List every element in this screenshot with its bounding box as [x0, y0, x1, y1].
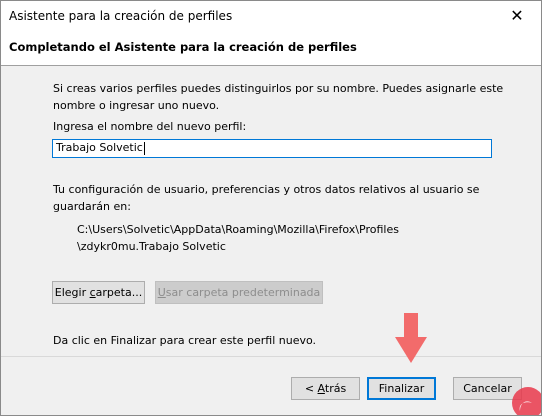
use-default-folder-button[interactable]: Usar carpeta predeterminada [155, 281, 323, 304]
wizard-footer: < Atrás Finalizar Cancelar [1, 356, 541, 415]
profile-name-value: Trabajo Solvetic [56, 141, 143, 154]
default-folder-mnemonic: U [157, 286, 166, 299]
profile-path-line2: \zdykr0mu.Trabajo Solvetic [77, 240, 226, 253]
intro-text-line1: Si creas varios perfiles puedes distingu… [53, 82, 504, 95]
back-label-prefix: < [304, 382, 318, 395]
text-caret [143, 141, 145, 155]
window-title: Asistente para la creación de perfiles [9, 9, 233, 23]
back-button[interactable]: < Atrás [291, 377, 360, 400]
intro-text-line2: nombre o ingresar uno nuevo. [53, 99, 220, 112]
choose-folder-button[interactable]: Elegir carpeta... [52, 281, 145, 304]
wizard-header: Completando el Asistente para la creació… [1, 31, 541, 66]
watermark-logo-icon [512, 387, 541, 415]
back-label-suffix: trás [324, 382, 347, 395]
close-icon[interactable]: ✕ [497, 3, 537, 29]
choose-folder-label-prefix: Elegir [54, 286, 90, 299]
finish-hint-text: Da clic en Finalizar para crear este per… [53, 334, 317, 347]
arrow-down-icon [395, 313, 427, 363]
wizard-header-title: Completando el Asistente para la creació… [9, 40, 357, 54]
profile-path-line1: C:\Users\Solvetic\AppData\Roaming\Mozill… [77, 223, 399, 236]
wizard-content: Si creas varios perfiles puedes distingu… [1, 66, 541, 356]
finish-button[interactable]: Finalizar [367, 377, 436, 400]
config-text-line1: Tu configuración de usuario, preferencia… [53, 183, 480, 196]
profile-name-label: Ingresa el nombre del nuevo perfil: [53, 120, 247, 133]
default-folder-label: sar carpeta predeterminada [165, 286, 321, 299]
config-text-line2: guardarán en: [53, 200, 131, 213]
profile-name-input[interactable]: Trabajo Solvetic [52, 139, 492, 158]
back-mnemonic: A [317, 382, 325, 395]
choose-folder-label-suffix: arpeta... [95, 286, 143, 299]
profile-wizard-window: Asistente para la creación de perfiles ✕… [0, 0, 542, 416]
title-bar: Asistente para la creación de perfiles ✕ [1, 1, 541, 31]
